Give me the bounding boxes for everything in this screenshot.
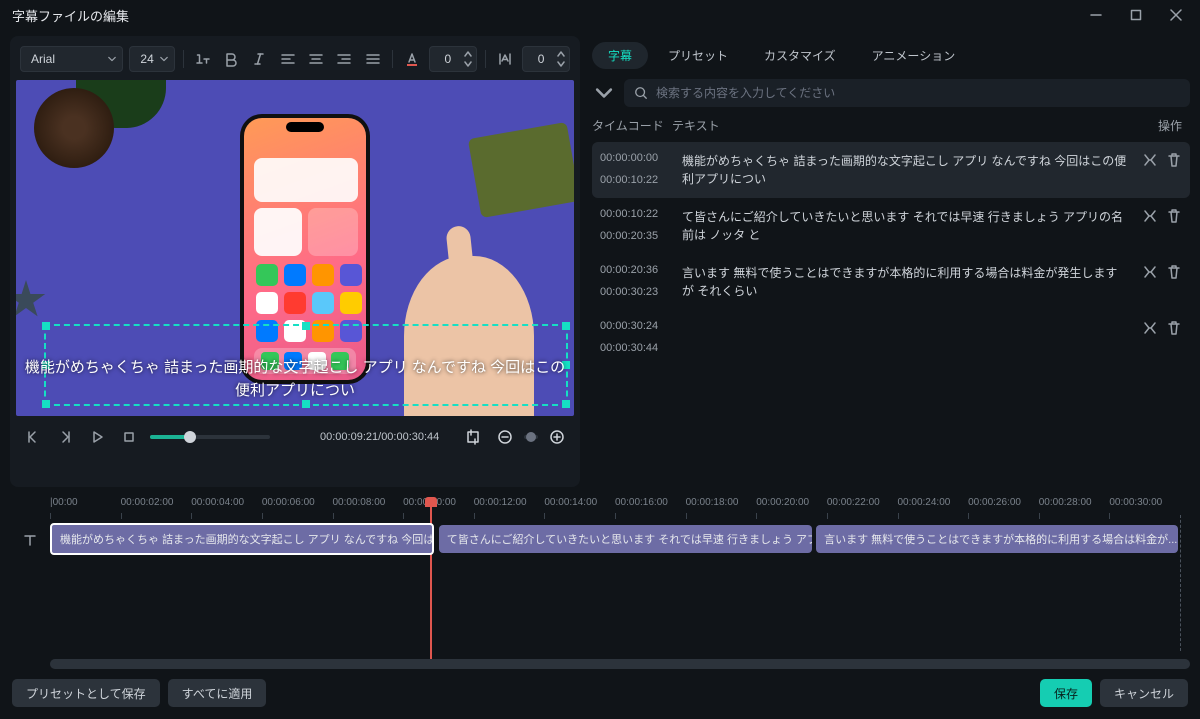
timeline-end-marker	[1180, 515, 1181, 651]
subtitle-row[interactable]: 00:00:30:2400:00:30:44	[592, 310, 1190, 364]
tab-subtitle[interactable]: 字幕	[592, 42, 648, 69]
video-preview[interactable]: 機能がめちゃくちゃ 詰まった画期的な文字起こし アプリ なんですね 今回はこの便…	[16, 80, 574, 416]
decoration	[34, 88, 114, 168]
subtitle-track[interactable]: 機能がめちゃくちゃ 詰まった画期的な文字起こし アプリ なんですね 今回はこ..…	[50, 525, 1180, 561]
align-justify-button[interactable]	[361, 47, 383, 71]
font-family-select[interactable]: Arial	[20, 46, 123, 72]
subtitle-text	[682, 320, 1128, 354]
window-minimize-button[interactable]	[1076, 0, 1116, 30]
column-text: テキスト	[672, 117, 1142, 134]
delete-icon[interactable]	[1166, 264, 1182, 280]
subtitle-text: 言います 無料で使うことはできますが本格的に利用する場合は料金が発生しますが そ…	[682, 264, 1128, 300]
stepper-down[interactable]	[555, 59, 567, 69]
split-icon[interactable]	[1142, 320, 1158, 336]
column-ops: 操作	[1142, 117, 1182, 134]
decoration	[16, 280, 46, 320]
stop-button[interactable]	[118, 426, 140, 448]
decoration	[468, 122, 574, 218]
letter-spacing-stepper[interactable]: 0	[522, 46, 570, 72]
text-color-button[interactable]	[401, 47, 423, 71]
search-input[interactable]	[656, 86, 1180, 100]
subtitle-times: 00:00:00:0000:00:10:22	[600, 152, 672, 188]
save-as-preset-button[interactable]: プリセットとして保存	[12, 679, 160, 707]
zoom-out-button[interactable]	[494, 426, 516, 448]
align-center-button[interactable]	[305, 47, 327, 71]
bold-button[interactable]	[220, 47, 242, 71]
play-button[interactable]	[86, 426, 108, 448]
column-timecode: タイムコード	[592, 117, 664, 134]
subtitle-text: 機能がめちゃくちゃ 詰まった画期的な文字起こし アプリ なんですね 今回はこの便…	[682, 152, 1128, 188]
timeline-scrollbar[interactable]	[50, 659, 1190, 669]
stepper-up[interactable]	[462, 49, 474, 59]
subtitle-text: て皆さんにご紹介していきたいと思います それでは早速 行きましょう アプリの名前…	[682, 208, 1128, 244]
stepper-down[interactable]	[462, 59, 474, 69]
italic-button[interactable]	[248, 47, 270, 71]
window-close-button[interactable]	[1156, 0, 1196, 30]
delete-icon[interactable]	[1166, 320, 1182, 336]
zoom-slider[interactable]	[524, 435, 538, 439]
letter-spacing-button[interactable]	[494, 47, 516, 71]
divider	[485, 50, 486, 68]
divider	[183, 50, 184, 68]
text-color-opacity-stepper[interactable]: 0	[429, 46, 477, 72]
split-icon[interactable]	[1142, 208, 1158, 224]
subtitle-times: 00:00:10:2200:00:20:35	[600, 208, 672, 244]
window-maximize-button[interactable]	[1116, 0, 1156, 30]
text-transform-button[interactable]	[192, 47, 214, 71]
search-box[interactable]	[624, 79, 1190, 107]
search-icon	[634, 86, 648, 100]
apply-all-button[interactable]: すべてに適用	[168, 679, 267, 707]
collapse-toggle-button[interactable]	[592, 81, 616, 105]
split-icon[interactable]	[1142, 264, 1158, 280]
split-icon[interactable]	[1142, 152, 1158, 168]
prev-frame-button[interactable]	[22, 426, 44, 448]
timeline-ruler[interactable]: |00:0000:00:02:0000:00:04:0000:00:06:000…	[10, 493, 1190, 511]
align-right-button[interactable]	[333, 47, 355, 71]
subtitle-row[interactable]: 00:00:00:0000:00:10:22 機能がめちゃくちゃ 詰まった画期的な…	[592, 142, 1190, 198]
text-track-icon	[10, 525, 50, 651]
tab-animation[interactable]: アニメーション	[856, 42, 972, 69]
subtitle-times: 00:00:30:2400:00:30:44	[600, 320, 672, 354]
timeline-clip[interactable]: 言います 無料で使うことはできますが本格的に利用する場合は料金が...	[816, 525, 1178, 553]
progress-slider[interactable]	[150, 435, 270, 439]
subtitle-row[interactable]: 00:00:20:3600:00:30:23 言います 無料で使うことはできますが…	[592, 254, 1190, 310]
delete-icon[interactable]	[1166, 208, 1182, 224]
window-title: 字幕ファイルの編集	[12, 6, 129, 25]
align-left-button[interactable]	[277, 47, 299, 71]
zoom-in-button[interactable]	[546, 426, 568, 448]
tab-customize[interactable]: カスタマイズ	[748, 42, 852, 69]
stepper-up[interactable]	[555, 49, 567, 59]
timecode-display: 00:00:09:21/00:00:30:44	[320, 431, 439, 443]
font-size-select[interactable]: 24	[129, 46, 174, 72]
timeline-clip[interactable]: て皆さんにご紹介していきたいと思います それでは早速 行きましょう アプリの..…	[439, 525, 812, 553]
tab-preset[interactable]: プリセット	[652, 42, 744, 69]
delete-icon[interactable]	[1166, 152, 1182, 168]
next-frame-button[interactable]	[54, 426, 76, 448]
divider	[392, 50, 393, 68]
subtitle-times: 00:00:20:3600:00:30:23	[600, 264, 672, 300]
preview-subtitle-text: 機能がめちゃくちゃ 詰まった画期的な文字起こし アプリ なんですね 今回はこの便…	[16, 357, 574, 402]
subtitle-row[interactable]: 00:00:10:2200:00:20:35 て皆さんにご紹介していきたいと思いま…	[592, 198, 1190, 254]
save-button[interactable]: 保存	[1040, 679, 1092, 707]
timeline-clip[interactable]: 機能がめちゃくちゃ 詰まった画期的な文字起こし アプリ なんですね 今回はこ..…	[50, 523, 434, 555]
cancel-button[interactable]: キャンセル	[1100, 679, 1188, 707]
crop-button[interactable]	[462, 426, 484, 448]
